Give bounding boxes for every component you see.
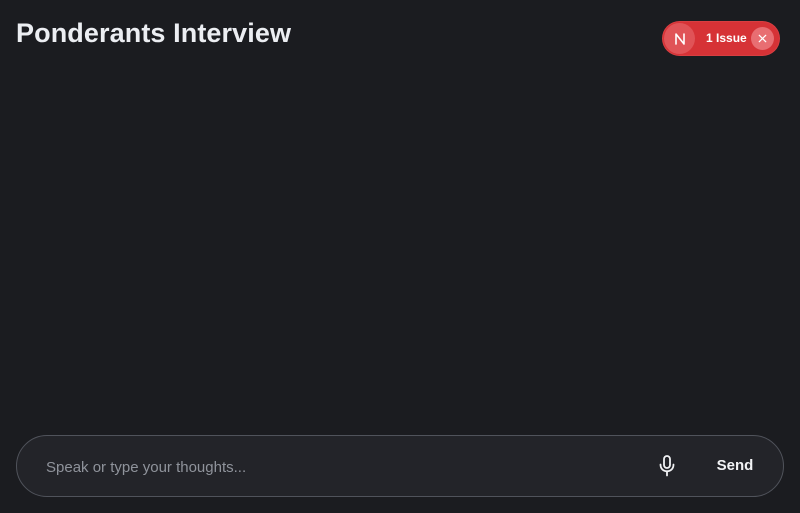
microphone-icon[interactable]: [652, 451, 682, 481]
nextjs-n-icon[interactable]: [664, 23, 695, 54]
issue-badge[interactable]: 1 Issue: [662, 21, 780, 56]
message-input[interactable]: [45, 450, 625, 484]
message-composer: Send: [16, 435, 784, 497]
send-button[interactable]: Send: [707, 451, 763, 481]
page-title: Ponderants Interview: [16, 18, 292, 48]
issue-count-label[interactable]: 1 Issue: [706, 30, 747, 46]
close-icon[interactable]: [751, 27, 774, 50]
